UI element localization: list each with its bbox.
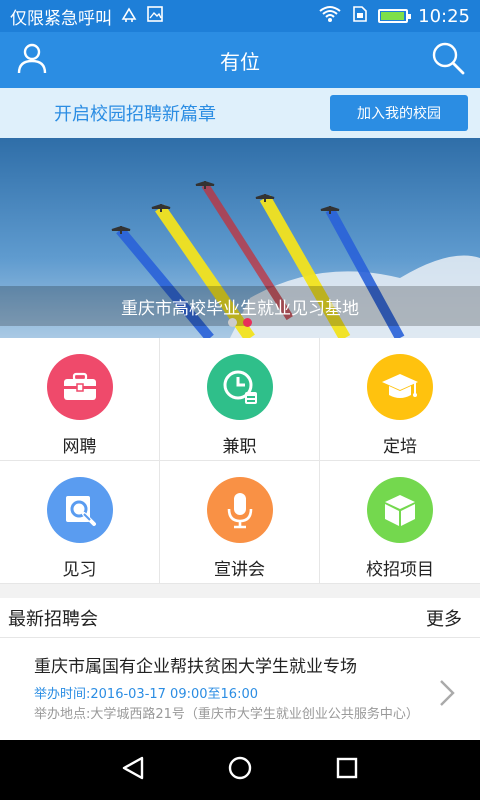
category-label: 宣讲会 — [214, 560, 265, 580]
fair-place: 举办地点:大学城西路21号（重庆市大学生就业创业公共服务中心） — [34, 707, 419, 722]
graduation-cap-icon — [367, 354, 433, 420]
join-campus-button[interactable]: 加入我的校园 — [330, 95, 468, 131]
app-bar: 有位 — [0, 32, 480, 88]
section-title: 最新招聘会 — [8, 608, 98, 630]
user-icon — [15, 41, 49, 79]
recents-button[interactable] — [327, 750, 367, 790]
category-label: 见习 — [62, 560, 97, 580]
category-online-recruit[interactable]: 网聘 — [0, 338, 160, 461]
search-icon — [430, 40, 466, 80]
chevron-right-icon — [438, 678, 456, 712]
fair-title: 重庆市属国有企业帮扶贫困大学生就业专场 — [34, 657, 357, 677]
category-presentation[interactable]: 宣讲会 — [160, 461, 320, 584]
carousel-dots — [0, 318, 480, 327]
carousel-dot[interactable] — [243, 318, 252, 327]
recents-square-icon — [335, 756, 359, 784]
carousel-dot[interactable] — [228, 318, 237, 327]
usb-icon — [120, 5, 138, 28]
carrier-text: 仅限紧急呼叫 — [10, 8, 112, 29]
campus-promo: 开启校园招聘新篇章 加入我的校园 — [0, 88, 480, 138]
system-nav-bar — [0, 740, 480, 800]
banner-carousel[interactable]: 重庆市高校毕业生就业见习基地 — [0, 138, 480, 338]
status-time: 10:25 — [418, 5, 470, 27]
battery-fill — [381, 12, 404, 20]
category-part-time[interactable]: 兼职 — [160, 338, 320, 461]
microphone-icon — [206, 477, 273, 543]
user-button[interactable] — [12, 40, 52, 80]
app-screen: 仅限紧急呼叫 10:25 有位 开启校园招聘新篇章 加入我的校园 重庆市高校毕业… — [0, 0, 480, 800]
status-right: 10:25 — [318, 5, 470, 28]
box-icon — [367, 477, 433, 543]
latest-fairs-header: 最新招聘会 更多 — [0, 598, 480, 638]
status-left: 仅限紧急呼叫 — [10, 4, 164, 29]
category-grid: 网聘 兼职 定培 见习 宣讲会 校招项目 — [0, 338, 480, 584]
fair-time: 举办时间:2016-03-17 09:00至16:00 — [34, 687, 258, 702]
status-bar: 仅限紧急呼叫 10:25 — [0, 0, 480, 32]
category-label: 兼职 — [222, 437, 257, 457]
page-title: 有位 — [220, 49, 260, 74]
document-search-icon — [46, 477, 113, 543]
category-internship[interactable]: 见习 — [0, 461, 160, 584]
promo-text: 开启校园招聘新篇章 — [54, 104, 216, 125]
home-button[interactable] — [220, 750, 260, 790]
category-label: 定培 — [383, 437, 417, 457]
clock-icon — [206, 354, 273, 420]
category-campus-projects[interactable]: 校招项目 — [320, 461, 480, 584]
briefcase-icon — [46, 354, 113, 420]
battery-icon — [378, 9, 412, 23]
category-label: 网聘 — [62, 437, 97, 457]
sim-icon — [352, 5, 368, 28]
list-item[interactable]: 重庆市属国有企业帮扶贫困大学生就业专场 举办时间:2016-03-17 09:0… — [0, 638, 480, 740]
search-button[interactable] — [428, 40, 468, 80]
home-circle-icon — [227, 755, 253, 785]
wifi-icon — [318, 5, 342, 28]
image-icon — [146, 5, 164, 28]
category-label: 校招项目 — [366, 560, 434, 580]
category-directed-training[interactable]: 定培 — [320, 338, 480, 461]
back-button[interactable] — [113, 750, 153, 790]
more-link[interactable]: 更多 — [426, 605, 462, 631]
back-triangle-icon — [120, 755, 146, 785]
